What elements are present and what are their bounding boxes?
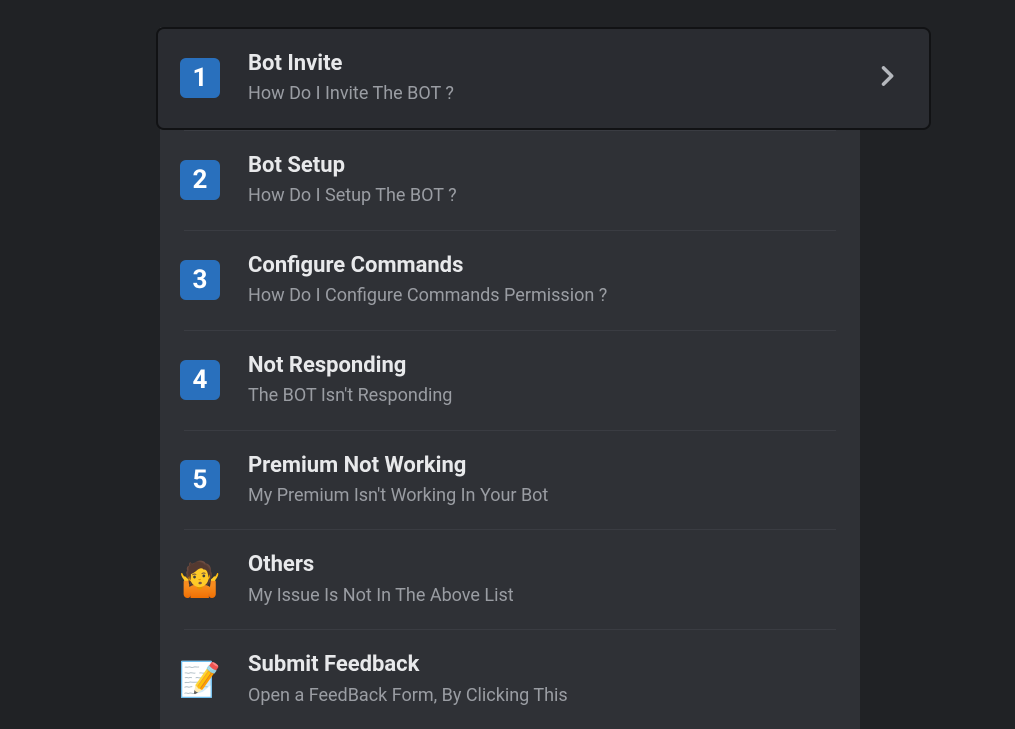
item-text: Bot Invite How Do I Invite The BOT ? [248, 51, 861, 106]
menu-item-others[interactable]: 🤷 Others My Issue Is Not In The Above Li… [160, 530, 860, 629]
item-text: Others My Issue Is Not In The Above List [248, 552, 836, 607]
item-title: Others [248, 552, 836, 578]
item-subtitle: The BOT Isn't Responding [248, 385, 836, 408]
pencil-note-icon: 📝 [179, 663, 221, 697]
item-text: Premium Not Working My Premium Isn't Wor… [248, 453, 836, 508]
item-icon: 3 [180, 260, 220, 300]
item-text: Submit Feedback Open a FeedBack Form, By… [248, 652, 836, 707]
item-title: Submit Feedback [248, 652, 836, 678]
item-subtitle: Open a FeedBack Form, By Clicking This [248, 685, 836, 708]
menu-item-bot-invite[interactable]: 1 Bot Invite How Do I Invite The BOT ? [156, 27, 931, 130]
item-icon: 1 [180, 58, 220, 98]
item-subtitle: How Do I Configure Commands Permission ? [248, 285, 836, 308]
item-icon: 📝 [180, 660, 220, 700]
item-icon: 5 [180, 460, 220, 500]
item-subtitle: My Premium Isn't Working In Your Bot [248, 485, 836, 508]
item-title: Bot Setup [248, 153, 836, 179]
menu-item-configure-commands[interactable]: 3 Configure Commands How Do I Configure … [160, 231, 860, 330]
item-title: Premium Not Working [248, 453, 836, 479]
number-badge-icon: 3 [180, 260, 220, 300]
item-icon: 2 [180, 160, 220, 200]
item-subtitle: How Do I Setup The BOT ? [248, 185, 836, 208]
item-title: Configure Commands [248, 253, 836, 279]
item-icon: 4 [180, 360, 220, 400]
item-subtitle: My Issue Is Not In The Above List [248, 585, 836, 608]
item-title: Bot Invite [248, 51, 861, 77]
item-text: Configure Commands How Do I Configure Co… [248, 253, 836, 308]
select-menu: 1 Bot Invite How Do I Invite The BOT ? 2… [160, 27, 860, 729]
menu-item-submit-feedback[interactable]: 📝 Submit Feedback Open a FeedBack Form, … [160, 630, 860, 729]
item-text: Not Responding The BOT Isn't Responding [248, 353, 836, 408]
chevron-right-icon [873, 62, 901, 94]
number-badge-icon: 2 [180, 160, 220, 200]
item-title: Not Responding [248, 353, 836, 379]
item-subtitle: How Do I Invite The BOT ? [248, 83, 861, 106]
item-icon: 🤷 [180, 560, 220, 600]
number-badge-icon: 5 [180, 460, 220, 500]
menu-item-bot-setup[interactable]: 2 Bot Setup How Do I Setup The BOT ? [160, 131, 860, 230]
shrug-icon: 🤷 [179, 563, 221, 597]
number-badge-icon: 1 [180, 58, 220, 98]
item-text: Bot Setup How Do I Setup The BOT ? [248, 153, 836, 208]
number-badge-icon: 4 [180, 360, 220, 400]
menu-item-not-responding[interactable]: 4 Not Responding The BOT Isn't Respondin… [160, 331, 860, 430]
menu-item-premium-not-working[interactable]: 5 Premium Not Working My Premium Isn't W… [160, 431, 860, 530]
